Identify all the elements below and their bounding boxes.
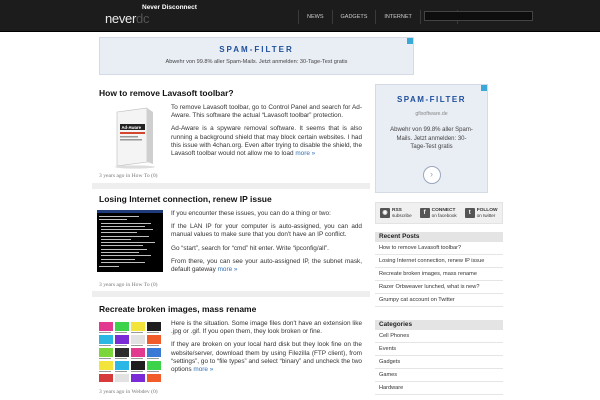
post-meta: 3 years ago in Webdev (0) [99, 389, 158, 395]
post-internet-connection: Losing Internet connection, renew IP iss… [92, 190, 370, 297]
read-more-link[interactable]: more » [295, 150, 315, 157]
post-excerpt: If you encounter these issues, you can d… [171, 210, 362, 279]
recent-post-link[interactable]: Razer Orbweaver lunched, what is new? [375, 281, 503, 294]
post-paragraph: To remove Lavasoft toolbar, go to Contro… [171, 104, 362, 120]
nav-gadgets[interactable]: GADGETS [331, 10, 376, 24]
category-link[interactable]: Events [375, 343, 503, 356]
sidebar-ad-text: Abwehr von 99.8% aller Spam-Mails. Jetzt… [390, 127, 473, 150]
post-title[interactable]: Losing Internet connection, renew IP iss… [99, 194, 272, 204]
chevron-right-icon[interactable]: › [422, 166, 441, 184]
site-tagline: Never Disconnect [142, 4, 197, 11]
sidebar-ad-title: SPAM-FILTER [396, 95, 467, 104]
nav-internet[interactable]: INTERNET [375, 10, 420, 24]
post-title[interactable]: How to remove Lavasoft toolbar? [99, 88, 234, 98]
social-links: ◉ RSS subscribe f CONNECT on facebook t FO… [375, 202, 503, 224]
recent-posts-heading: Recent Posts [375, 232, 503, 242]
social-rss-sub: subscribe [392, 213, 412, 218]
recent-post-link[interactable]: Recreate broken images, mass rename [375, 268, 503, 281]
categories-widget: Categories Cell Phones Events Gadgets Ga… [375, 320, 503, 395]
post-meta: 3 years ago in How To (0) [99, 282, 158, 288]
sidebar-ad-domain: gfisoftware.de [415, 111, 448, 117]
post-excerpt: Here is the situation. Some image files … [171, 320, 362, 379]
post-meta: 3 years ago in How To (0) [99, 173, 158, 179]
category-link[interactable]: Games [375, 369, 503, 382]
read-more-link[interactable]: more » [218, 266, 238, 273]
nav-news[interactable]: NEWS [298, 10, 332, 24]
svg-text:Ad-Aware: Ad-Aware [122, 125, 142, 130]
post-lavasoft: How to remove Lavasoft toolbar? Ad-Aware… [92, 84, 370, 190]
logo-dim-text: dc [136, 11, 150, 26]
search-input[interactable] [424, 11, 533, 21]
twitter-icon: t [464, 208, 475, 218]
read-more-link[interactable]: more » [193, 366, 213, 373]
post-paragraph: Ad-Aware is a spyware removal software. … [171, 125, 362, 158]
post-thumbnail-adaware[interactable]: Ad-Aware [97, 104, 169, 172]
post-paragraph: From there, you can see your auto-assign… [171, 257, 362, 274]
social-facebook[interactable]: f CONNECT on facebook [416, 208, 461, 218]
post-title[interactable]: Recreate broken images, mass rename [99, 304, 256, 314]
category-link[interactable]: Gadgets [375, 356, 503, 369]
post-thumbnail-cmd[interactable] [97, 210, 163, 274]
post-paragraph: Go “start”, search for “cmd” hit enter. … [171, 244, 329, 252]
post-paragraph: Here is the situation. Some image files … [171, 320, 362, 336]
social-twitter-sub: on twitter [476, 213, 496, 218]
recent-post-link[interactable]: Grumpy cat account on Twitter [375, 294, 503, 307]
sidebar-ad[interactable]: SPAM-FILTER gfisoftware.de Abwehr von 99… [375, 84, 488, 193]
rss-icon: ◉ [380, 208, 390, 218]
post-thumbnail-images[interactable] [97, 320, 163, 386]
category-link[interactable]: Cell Phones [375, 330, 503, 343]
post-broken-images: Recreate broken images, mass rename Here… [92, 297, 370, 400]
ad-choices-icon[interactable] [481, 85, 487, 91]
recent-post-link[interactable]: Losing Internet connection, renew IP iss… [375, 255, 503, 268]
site-logo[interactable]: neverdc [105, 11, 149, 26]
recent-posts-widget: Recent Posts How to remove Lavasoft tool… [375, 232, 503, 307]
categories-heading: Categories [375, 320, 503, 330]
social-twitter[interactable]: t FOLLOW on twitter [461, 208, 502, 218]
banner-ad[interactable]: SPAM-FILTER Abwehr von 99.8% aller Spam-… [99, 37, 414, 75]
banner-ad-text: Abwehr von 99.8% aller Spam-Mails. Jetzt… [165, 59, 348, 65]
recent-post-link[interactable]: How to remove Lavasoft toolbar? [375, 242, 503, 255]
facebook-icon: f [419, 208, 430, 218]
post-paragraph: If you encounter these issues, you can d… [171, 210, 331, 217]
social-rss[interactable]: ◉ RSS subscribe [376, 208, 416, 218]
banner-ad-title: SPAM-FILTER [219, 45, 294, 54]
social-facebook-sub: on facebook [431, 213, 457, 218]
site-header: Never Disconnect neverdc NEWS GADGETS IN… [0, 0, 600, 32]
category-link[interactable]: Hardware [375, 382, 503, 395]
post-paragraph: If the LAN IP for your computer is auto-… [171, 223, 362, 239]
ad-choices-icon[interactable] [407, 38, 413, 44]
post-divider [92, 183, 370, 189]
logo-main-text: never [105, 11, 137, 26]
post-excerpt: To remove Lavasoft toolbar, go to Contro… [171, 104, 362, 163]
